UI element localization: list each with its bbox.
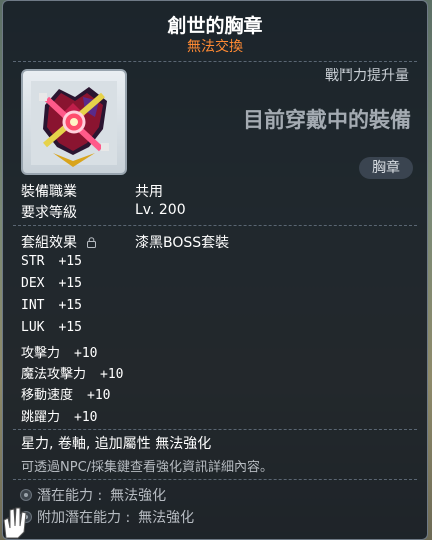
stat-row: 攻擊力 +10 [21, 342, 98, 361]
stat-name: DEX [21, 276, 45, 291]
stat-row: 跳躍力 +10 [21, 406, 98, 425]
stat-value: +15 [58, 254, 82, 269]
item-type-badge: 胸章 [359, 157, 413, 179]
stat-name: INT [21, 298, 45, 313]
stat-row: INT +15 [21, 298, 82, 313]
req-value: Lv. 200 [135, 202, 186, 218]
req-job-row: 裝備職業 共用 [21, 181, 163, 201]
potential-value: 無法強化 [110, 488, 167, 504]
additional-potential-value: 無法強化 [138, 510, 195, 526]
divider [13, 429, 417, 430]
req-label: 裝備職業 [21, 184, 77, 200]
divider [13, 225, 417, 226]
emblem-icon [31, 81, 117, 167]
req-level-row: 要求等級 Lv. 200 [21, 202, 186, 222]
stat-value: +10 [74, 346, 98, 361]
set-effect-row: 套組效果 漆黑BOSS套裝 [21, 232, 229, 252]
additional-potential-label: 附加潛在能力 : [37, 510, 131, 526]
stat-value: +15 [58, 320, 82, 335]
stat-value: +15 [58, 276, 82, 291]
item-name: 創世的胸章 [167, 15, 263, 37]
trade-status: 無法交換 [187, 39, 243, 55]
stat-name: 跳躍力 [21, 410, 61, 425]
item-tooltip: 創世的胸章 無法交換 戰鬥力提升量 目前穿戴中的裝備 胸章 裝備職業 共用 要求… [2, 0, 428, 540]
glove-cursor-icon [3, 507, 27, 539]
stat-name: 攻擊力 [21, 346, 61, 361]
combat-power-label: 戰鬥力提升量 [325, 68, 409, 84]
stat-row: 移動速度 +10 [21, 384, 111, 403]
set-effect-value: 漆黑BOSS套裝 [135, 235, 230, 251]
divider [13, 61, 417, 62]
info-note: 可透過NPC/採集鍵查看強化資訊詳細內容。 [21, 460, 274, 475]
additional-potential-row: 附加潛在能力 : 無法強化 [37, 507, 194, 527]
potential-row: 潛在能力 : 無法強化 [37, 485, 166, 505]
currently-equipped-label: 目前穿戴中的裝備 [243, 108, 411, 132]
stat-value: +15 [58, 298, 82, 313]
stat-name: LUK [21, 320, 45, 335]
stat-value: +10 [100, 367, 124, 382]
item-icon-frame [21, 69, 127, 175]
set-effect-label: 套組效果 [21, 235, 77, 251]
stat-row: STR +15 [21, 254, 82, 269]
stat-row: DEX +15 [21, 276, 82, 291]
stat-row: 魔法攻擊力 +10 [21, 363, 124, 382]
divider [13, 479, 417, 480]
stat-name: 移動速度 [21, 388, 74, 403]
potential-label: 潛在能力 : [37, 488, 103, 504]
stat-name: STR [21, 254, 45, 269]
req-label: 要求等級 [21, 205, 77, 221]
stat-value: +10 [87, 388, 111, 403]
req-value: 共用 [135, 184, 163, 200]
stat-row: LUK +15 [21, 320, 82, 335]
stat-name: 魔法攻擊力 [21, 367, 87, 382]
upgrade-note: 星力, 卷軸, 追加屬性 無法強化 [21, 436, 212, 452]
stat-value: +10 [74, 410, 98, 425]
lock-icon [87, 237, 97, 248]
